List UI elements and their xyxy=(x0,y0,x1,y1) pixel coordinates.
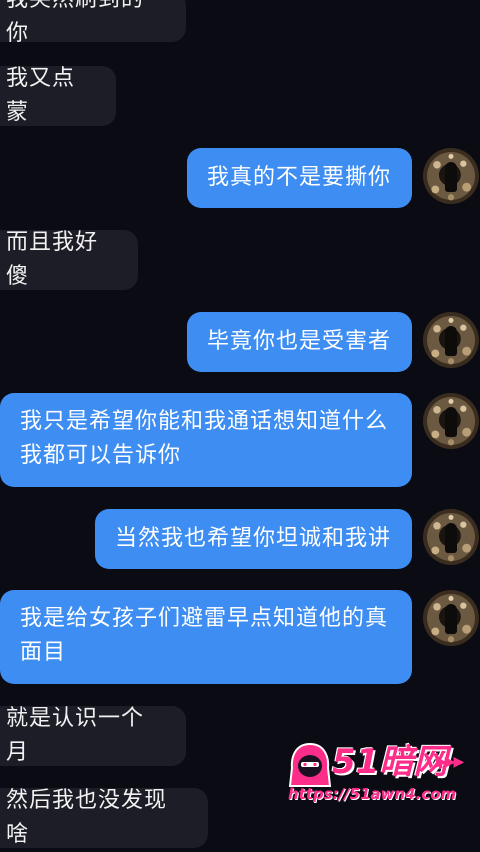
outgoing-message-bubble[interactable]: 当然我也希望你坦诚和我讲 xyxy=(95,509,412,569)
sender-avatar[interactable] xyxy=(423,590,479,646)
chat-thread: 我突然刷到的你 我又点蒙 我真的不是要撕你 而且我好傻 毕竟你也是受害者 我只是… xyxy=(0,0,480,848)
incoming-message-bubble[interactable]: 而且我好傻 xyxy=(0,230,138,290)
incoming-message-bubble[interactable]: 我突然刷到的你 xyxy=(0,0,186,46)
message-text: 当然我也希望你坦诚和我讲 xyxy=(115,526,392,551)
incoming-message-bubble[interactable]: 就是认识一个月 xyxy=(0,706,186,766)
sender-avatar[interactable] xyxy=(423,393,479,449)
outgoing-message-bubble[interactable]: 我是给女孩子们避雷早点知道他的真面目 xyxy=(0,590,412,684)
sender-avatar[interactable] xyxy=(423,509,479,565)
watermark-arrows: ▶▶▶ xyxy=(436,754,464,770)
sender-avatar[interactable] xyxy=(423,312,479,368)
message-text: 我是给女孩子们避雷早点知道他的真面目 xyxy=(20,606,389,665)
watermark: 51暗网 ▶▶▶ https://51awn4.com xyxy=(288,740,478,810)
outgoing-message-bubble[interactable]: 我真的不是要撕你 xyxy=(187,148,412,208)
message-text: 我只是希望你能和我通话想知道什么我都可以告诉你 xyxy=(20,409,389,468)
watermark-brand: 51暗网 xyxy=(332,742,448,782)
message-text: 我突然刷到的你 xyxy=(6,0,143,46)
message-text: 我真的不是要撕你 xyxy=(207,165,392,190)
hooded-mascot-icon xyxy=(288,742,332,787)
message-text: 就是认识一个月 xyxy=(6,706,145,765)
message-text: 而且我好傻 xyxy=(6,230,99,289)
incoming-message-bubble[interactable]: 我又点蒙 xyxy=(0,66,116,126)
message-text: 毕竟你也是受害者 xyxy=(207,329,392,354)
message-text: 然后我也没发现啥 xyxy=(6,788,168,847)
watermark-url: https://51awn4.com xyxy=(288,785,457,803)
incoming-message-bubble[interactable]: 然后我也没发现啥 xyxy=(0,788,208,848)
outgoing-message-bubble[interactable]: 毕竟你也是受害者 xyxy=(187,312,412,372)
message-text: 我又点蒙 xyxy=(6,66,76,125)
outgoing-message-bubble[interactable]: 我只是希望你能和我通话想知道什么我都可以告诉你 xyxy=(0,393,412,487)
sender-avatar[interactable] xyxy=(423,148,479,204)
